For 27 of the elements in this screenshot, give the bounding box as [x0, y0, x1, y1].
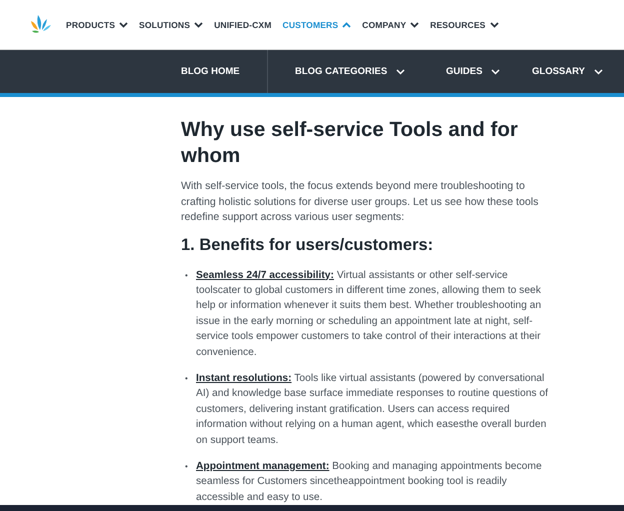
- nav-item[interactable]: PRODUCTS: [66, 20, 128, 30]
- caret-down-icon: [491, 68, 500, 74]
- bullet-marker: •: [185, 270, 189, 282]
- article-title: Why use self-service Tools and for whom: [181, 117, 519, 169]
- caret-down-icon: [490, 22, 499, 28]
- caret-down-icon: [594, 68, 603, 74]
- logo-icon[interactable]: [29, 14, 53, 34]
- blog-nav-item[interactable]: GLOSSARY: [532, 50, 603, 93]
- caret-down-icon: [396, 68, 406, 74]
- caret-up-icon: [342, 22, 352, 28]
- nav-item[interactable]: COMPANY: [362, 20, 420, 30]
- caret-down-icon: [410, 22, 420, 28]
- blog-nav-item[interactable]: BLOG CATEGORIES: [268, 50, 446, 93]
- bullet-paragraph: Instant resolutions: Tools like virtual assistants (powered by conversational AI) and knowledge base surface immediate responses to routine questions of customers, delivering instant gratification. Users can access required information without relying on a human agent, which easesthe overall burden on support teams.: [196, 372, 550, 448]
- caret-down-icon: [119, 22, 128, 28]
- caret-down-icon: [194, 22, 204, 28]
- nav-item[interactable]: RESOURCES: [430, 20, 499, 30]
- intro-paragraph: With self-service tools, the focus extends beyond mere troubleshooting to crafting holistic solutions for diverse user groups. Let us see how these tools redefine support across various user segments:: [181, 179, 540, 225]
- bullet-marker: •: [185, 460, 189, 473]
- bullet-paragraph: Seamless 24/7 accessibility: Virtual assistants or other self-service toolscater to global customers in different time zones, allowing them to seek help or information whenever it suits them best. Whether troubleshooting an issue in the early morning or scheduling an appointment late at night, self-service tools empower customers to take control of their interactions at their convenience.: [196, 268, 542, 360]
- nav-item[interactable]: CUSTOMERS: [282, 20, 352, 30]
- section-heading: 1. Benefits for users/customers:: [181, 236, 434, 254]
- bullet-paragraph: Appointment management: Booking and managing appointments become seamless for Customers sincetheappointment booking tool is readily accessible and easy to use.: [196, 460, 543, 505]
- blog-nav-item[interactable]: GUIDES: [446, 50, 532, 93]
- bullet-marker: •: [185, 372, 189, 385]
- nav-item[interactable]: SOLUTIONS: [139, 20, 204, 30]
- nav-item[interactable]: UNIFIED-CXM: [214, 20, 272, 30]
